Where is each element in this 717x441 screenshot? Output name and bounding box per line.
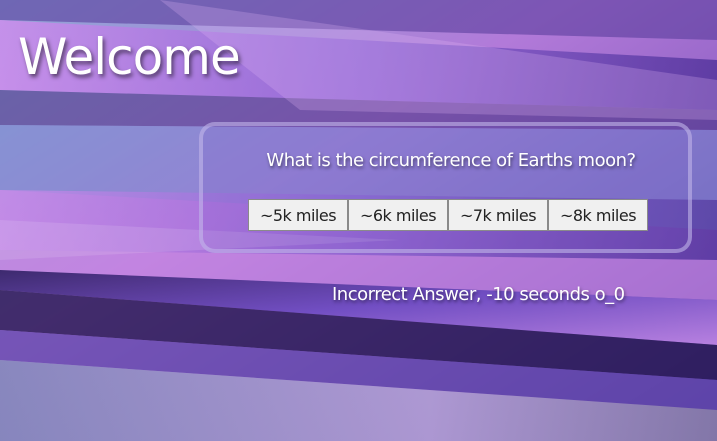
answer-button-1[interactable]: ~5k miles	[248, 199, 348, 231]
answer-options: ~5k miles ~6k miles ~7k miles ~8k miles	[248, 199, 648, 231]
answer-button-4[interactable]: ~8k miles	[548, 199, 648, 231]
page-title: Welcome	[18, 28, 241, 86]
answer-feedback: Incorrect Answer, -10 seconds o_0	[332, 284, 625, 305]
quiz-panel	[199, 122, 692, 253]
answer-button-2[interactable]: ~6k miles	[348, 199, 448, 231]
answer-button-3[interactable]: ~7k miles	[448, 199, 548, 231]
quiz-question: What is the circumference of Earths moon…	[266, 150, 636, 171]
